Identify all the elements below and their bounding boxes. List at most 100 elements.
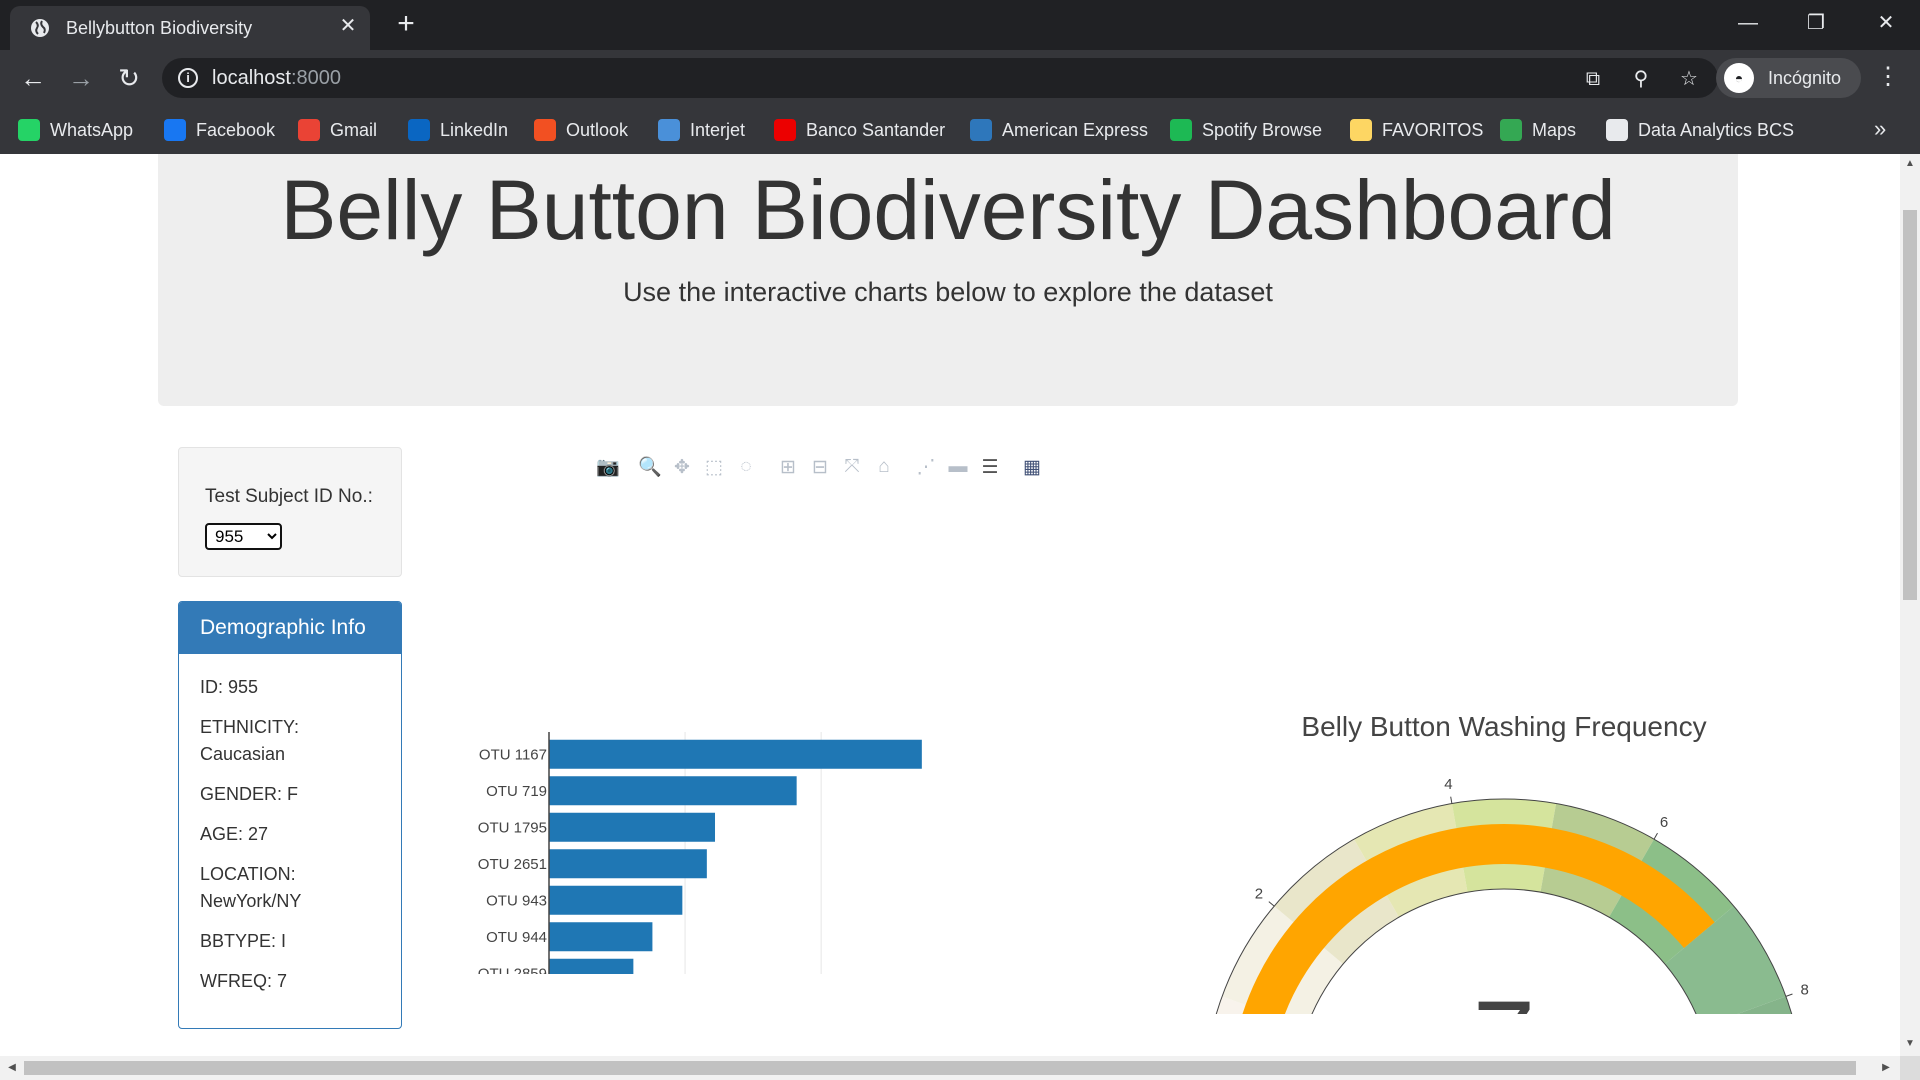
bookmark-item[interactable]: Facebook bbox=[164, 116, 275, 144]
bookmark-item[interactable]: Data Analytics BCS bbox=[1606, 116, 1794, 144]
plotly-logo-icon[interactable]: ▦ bbox=[1016, 454, 1048, 480]
back-icon[interactable]: ← bbox=[18, 63, 48, 93]
more-bookmarks-icon[interactable]: » bbox=[1874, 116, 1886, 142]
bookmark-item[interactable]: Spotify Browse bbox=[1170, 116, 1322, 144]
spotify-icon bbox=[1170, 119, 1192, 141]
browser-tab[interactable]: Bellybutton Biodiversity ✕ bbox=[10, 6, 370, 50]
incognito-profile-button[interactable]: ◓ Incógnito bbox=[1716, 58, 1861, 98]
gauge-tick bbox=[1785, 993, 1793, 997]
minimize-icon[interactable]: — bbox=[1728, 8, 1768, 38]
bookmark-item[interactable]: FAVORITOS bbox=[1350, 116, 1483, 144]
plotly-modebar: 📷 🔍 ✥ ⬚ ◌ ⊞ ⊟ ⤧ ⌂ ⋰ ▬ ☰ ▦ bbox=[592, 452, 1048, 482]
address-bar[interactable]: i localhost:8000 ⧉ ⚲ ☆ bbox=[162, 58, 1718, 98]
page-subtitle: Use the interactive charts below to expl… bbox=[623, 277, 1273, 307]
horizontal-scrollbar[interactable]: ◀ ▶ bbox=[0, 1056, 1900, 1080]
bookmark-label: Spotify Browse bbox=[1202, 119, 1323, 140]
gauge-value-number: 7 bbox=[1473, 978, 1535, 1014]
scroll-left-icon[interactable]: ◀ bbox=[6, 1062, 18, 1074]
lasso-icon[interactable]: ◌ bbox=[730, 454, 762, 480]
scroll-up-icon[interactable]: ▲ bbox=[1904, 158, 1916, 170]
bookmark-item[interactable]: Interjet bbox=[658, 116, 745, 144]
subject-selector-well: Test Subject ID No.: 955 bbox=[178, 447, 402, 577]
vertical-scrollbar[interactable]: ▲ ▼ bbox=[1900, 154, 1920, 1056]
reset-axes-icon[interactable]: ⌂ bbox=[868, 454, 900, 480]
bookmark-item[interactable]: WhatsApp bbox=[18, 116, 133, 144]
hover-compare-icon[interactable]: ☰ bbox=[974, 454, 1006, 480]
reload-icon[interactable]: ↻ bbox=[114, 63, 144, 93]
gmail-icon bbox=[298, 119, 320, 141]
gauge-tick bbox=[1450, 796, 1453, 804]
tab-strip: Bellybutton Biodiversity ✕ + — ❐ ✕ bbox=[0, 0, 1920, 50]
y-tick-label: OTU 2651 bbox=[478, 856, 547, 873]
interjet-icon bbox=[658, 119, 680, 141]
bookmark-label: FAVORITOS bbox=[1382, 119, 1484, 140]
page-title: Belly Button Biodiversity Dashboard bbox=[280, 163, 1616, 257]
santander-icon bbox=[774, 119, 796, 141]
spikelines-icon[interactable]: ⋰ bbox=[910, 454, 942, 480]
gauge-tick-label: 8 bbox=[1801, 982, 1809, 999]
bar[interactable] bbox=[549, 958, 634, 974]
pan-icon[interactable]: ✥ bbox=[666, 454, 698, 480]
bookmark-item[interactable]: Outlook bbox=[534, 116, 628, 144]
restore-icon[interactable]: ❐ bbox=[1796, 8, 1836, 38]
zoom-icon[interactable]: 🔍 bbox=[634, 454, 666, 480]
bookmark-label: Data Analytics BCS bbox=[1638, 119, 1795, 140]
bookmark-star-icon[interactable]: ☆ bbox=[1678, 68, 1700, 90]
microsoft-icon bbox=[534, 119, 556, 141]
bookmark-label: Gmail bbox=[330, 119, 378, 140]
bookmark-item[interactable]: American Express bbox=[970, 116, 1148, 144]
bookmark-label: Facebook bbox=[196, 119, 276, 140]
bookmark-label: Banco Santander bbox=[806, 119, 946, 140]
demo-location: LOCATION: NewYork/NY bbox=[200, 864, 302, 911]
autoscale-icon[interactable]: ⤧ bbox=[836, 454, 868, 480]
globe-icon bbox=[31, 19, 49, 37]
translate-icon[interactable]: ⧉ bbox=[1582, 68, 1604, 90]
zoom-out-icon[interactable]: ⊟ bbox=[804, 454, 836, 480]
horizontal-scroll-thumb[interactable] bbox=[24, 1061, 1856, 1075]
box-select-icon[interactable]: ⬚ bbox=[698, 454, 730, 480]
vertical-scroll-thumb[interactable] bbox=[1903, 210, 1917, 600]
bar[interactable] bbox=[549, 812, 716, 842]
bookmark-label: Outlook bbox=[566, 119, 629, 140]
scroll-right-icon[interactable]: ▶ bbox=[1880, 1062, 1892, 1074]
washing-frequency-gauge[interactable]: 02468Belly Button Washing Frequency7 bbox=[1150, 574, 1850, 1014]
demographic-body: ID: 955 ETHNICITY: Caucasian GENDER: F A… bbox=[179, 654, 401, 995]
hover-closest-icon[interactable]: ▬ bbox=[942, 454, 974, 480]
maps-icon bbox=[1500, 119, 1522, 141]
tab-title: Bellybutton Biodiversity bbox=[66, 18, 253, 38]
bookmark-item[interactable]: Gmail bbox=[298, 116, 377, 144]
folder-icon bbox=[1350, 119, 1372, 141]
subject-id-select[interactable]: 955 bbox=[205, 523, 282, 550]
bookmark-item[interactable]: LinkedIn bbox=[408, 116, 508, 144]
bar[interactable] bbox=[549, 739, 922, 769]
bookmark-label: Interjet bbox=[690, 119, 746, 140]
bar[interactable] bbox=[549, 885, 683, 915]
scrollbar-corner bbox=[1900, 1056, 1920, 1080]
otu-bar-chart[interactable]: 050100OTU 1167OTU 719OTU 1795OTU 2651OTU… bbox=[440, 554, 1120, 974]
gauge-tick-label: 6 bbox=[1660, 814, 1668, 831]
zoom-in-icon[interactable]: ⊞ bbox=[772, 454, 804, 480]
menu-icon[interactable]: ⋮ bbox=[1876, 62, 1900, 92]
bar[interactable] bbox=[549, 776, 797, 806]
scroll-down-icon[interactable]: ▼ bbox=[1904, 1038, 1916, 1050]
camera-icon[interactable]: 📷 bbox=[592, 454, 624, 480]
profile-label: Incógnito bbox=[1768, 68, 1842, 88]
bar[interactable] bbox=[549, 922, 653, 952]
selector-label: Test Subject ID No.: bbox=[205, 486, 373, 507]
linkedin-icon bbox=[408, 119, 430, 141]
y-tick-label: OTU 2859 bbox=[478, 965, 547, 974]
new-tab-icon[interactable]: + bbox=[392, 9, 420, 39]
close-window-icon[interactable]: ✕ bbox=[1866, 8, 1906, 38]
bookmark-item[interactable]: Maps bbox=[1500, 116, 1576, 144]
incognito-icon: ◓ bbox=[1724, 63, 1754, 93]
bar[interactable] bbox=[549, 849, 707, 879]
bookmark-item[interactable]: Banco Santander bbox=[774, 116, 945, 144]
facebook-icon bbox=[164, 119, 186, 141]
gauge-tick bbox=[1653, 832, 1658, 840]
zoom-icon[interactable]: ⚲ bbox=[1630, 68, 1652, 90]
forward-icon[interactable]: → bbox=[66, 63, 96, 93]
info-icon[interactable]: i bbox=[178, 68, 198, 88]
bookmark-label: Maps bbox=[1532, 119, 1577, 140]
tab-close-icon[interactable]: ✕ bbox=[336, 14, 360, 38]
bookmark-label: American Express bbox=[1002, 119, 1149, 140]
